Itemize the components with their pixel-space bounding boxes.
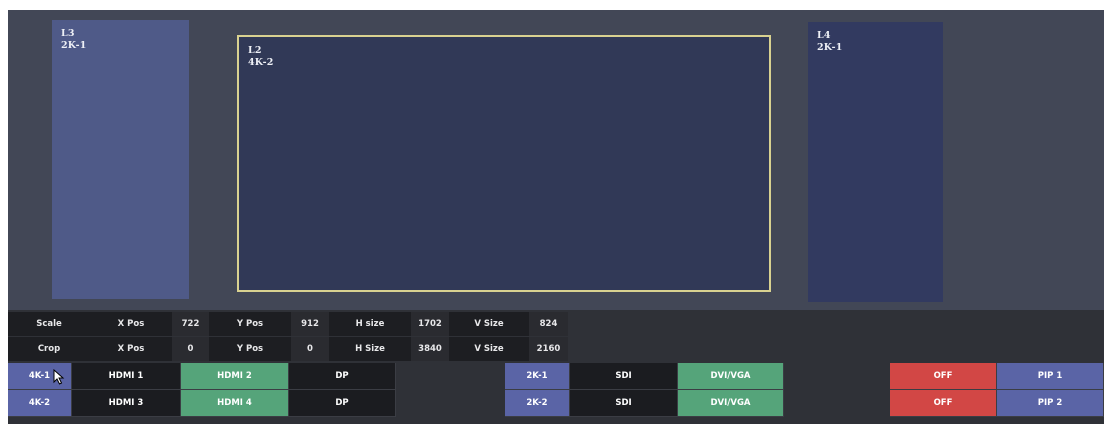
off-button[interactable]: OFF	[890, 390, 997, 417]
input-hdmi-1-button[interactable]: HDMI 1	[72, 363, 181, 390]
scale-info-row: Scale X Pos 722 Y Pos 912 H size 1702 V …	[8, 312, 1104, 336]
v-size-label: V Size	[449, 337, 529, 361]
video-processor-app: L3 2K-1 L2 4K-2 L4 2K-1 Scale X Pos 722 …	[8, 10, 1104, 424]
info-row-filler	[568, 312, 1104, 336]
info-row-filler	[568, 337, 1104, 361]
layer-name: L2	[248, 45, 262, 56]
v-size-value: 2160	[529, 337, 568, 361]
layer-l2-selected[interactable]: L2 4K-2	[237, 35, 771, 292]
input-dvi-vga-button[interactable]: DVI/VGA	[678, 390, 784, 417]
v-size-label: V Size	[449, 312, 529, 336]
x-pos-label: X Pos	[90, 312, 172, 336]
routing-row-2: 4K-2 HDMI 3 HDMI 4 DP 2K-2 SDI DVI/VGA O…	[8, 390, 1104, 417]
y-pos-label: Y Pos	[209, 312, 291, 336]
input-dp-button[interactable]: DP	[289, 363, 396, 390]
routing-row-1: 4K-1 HDMI 1 HDMI 2 DP 2K-1 SDI DVI/VGA O…	[8, 363, 1104, 390]
x-pos-value: 0	[172, 337, 209, 361]
h-size-value: 3840	[411, 337, 449, 361]
layer-l4[interactable]: L4 2K-1	[808, 22, 943, 302]
input-dp-button[interactable]: DP	[289, 390, 396, 417]
layer-l2-label: L2 4K-2	[248, 45, 274, 69]
input-sdi-button[interactable]: SDI	[570, 390, 678, 417]
h-size-label: H Size	[329, 337, 411, 361]
input-hdmi-3-button[interactable]: HDMI 3	[72, 390, 181, 417]
y-pos-value: 0	[291, 337, 329, 361]
crop-info-row: Crop X Pos 0 Y Pos 0 H Size 3840 V Size …	[8, 337, 1104, 361]
v-size-value: 824	[529, 312, 568, 336]
layer-l3[interactable]: L3 2K-1	[52, 20, 189, 299]
input-hdmi-2-button[interactable]: HDMI 2	[181, 363, 289, 390]
layer-l4-label: L4 2K-1	[817, 30, 843, 54]
layer-source: 4K-2	[248, 57, 274, 68]
output-2k-2-button[interactable]: 2K-2	[505, 390, 570, 417]
pip-1-button[interactable]: PIP 1	[997, 363, 1104, 390]
mouse-pointer-icon	[53, 369, 65, 385]
h-size-value: 1702	[411, 312, 449, 336]
layer-preview-canvas: L3 2K-1 L2 4K-2 L4 2K-1	[8, 10, 1104, 310]
x-pos-value: 722	[172, 312, 209, 336]
x-pos-label: X Pos	[90, 337, 172, 361]
y-pos-label: Y Pos	[209, 337, 291, 361]
layer-name: L3	[61, 28, 75, 39]
pip-2-button[interactable]: PIP 2	[997, 390, 1104, 417]
output-2k-1-button[interactable]: 2K-1	[505, 363, 570, 390]
crop-label: Crop	[8, 337, 90, 361]
y-pos-value: 912	[291, 312, 329, 336]
off-button[interactable]: OFF	[890, 363, 997, 390]
input-hdmi-4-button[interactable]: HDMI 4	[181, 390, 289, 417]
input-sdi-button[interactable]: SDI	[570, 363, 678, 390]
layer-source: 2K-1	[817, 42, 843, 53]
layer-name: L4	[817, 30, 831, 41]
output-4k-2-button[interactable]: 4K-2	[8, 390, 72, 417]
scale-label: Scale	[8, 312, 90, 336]
layer-l3-label: L3 2K-1	[61, 28, 87, 52]
layer-source: 2K-1	[61, 40, 87, 51]
input-dvi-vga-button[interactable]: DVI/VGA	[678, 363, 784, 390]
h-size-label: H size	[329, 312, 411, 336]
